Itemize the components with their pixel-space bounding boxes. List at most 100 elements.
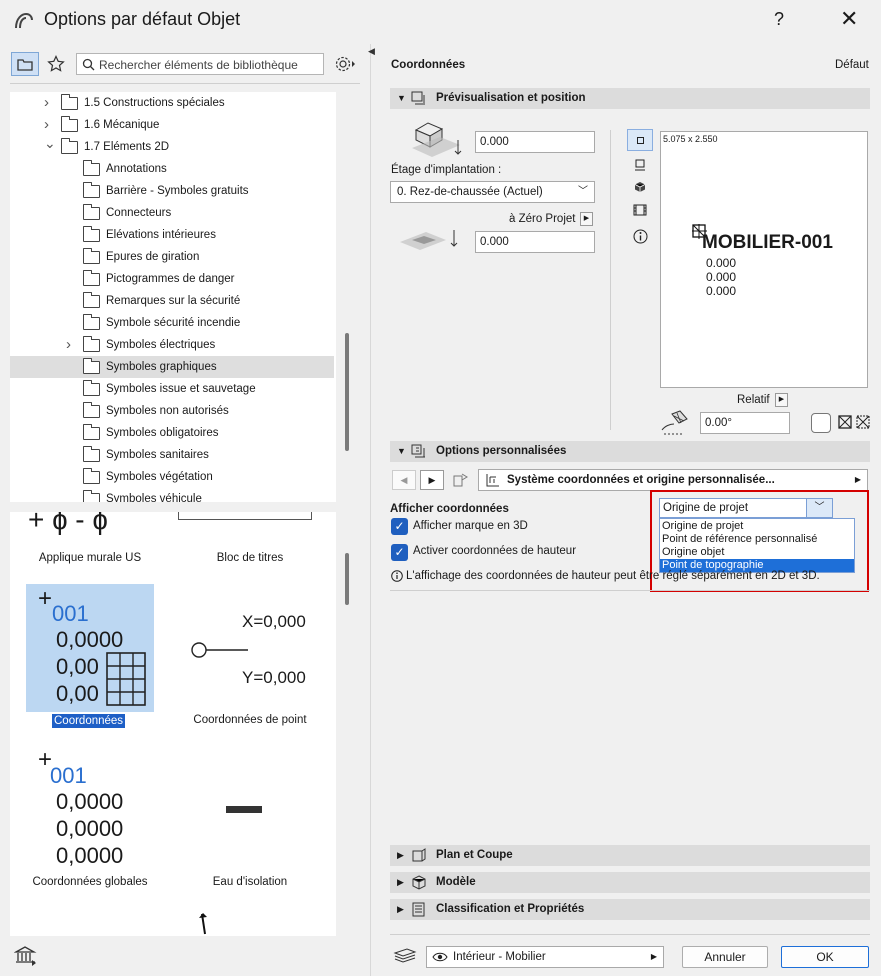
tree-item[interactable]: Symboles issue et sauvetage (10, 378, 334, 400)
collapse-left-icon[interactable]: ◀ (368, 46, 375, 57)
folder-icon (83, 204, 100, 220)
zero-menu-button[interactable]: ▶ (580, 212, 593, 226)
tree-item[interactable]: Symboles non autorisés (10, 400, 334, 422)
point-x: X=0,000 (242, 612, 306, 631)
tree-item[interactable]: Annotations (10, 158, 334, 180)
tree-item[interactable]: Symboles graphiques (10, 356, 334, 378)
tree-item[interactable]: Connecteurs (10, 202, 334, 224)
layers-icon (393, 948, 417, 963)
cancel-button[interactable]: Annuler (682, 946, 768, 968)
relatif-menu-button[interactable]: ▶ (775, 393, 788, 407)
object-height-icon (412, 122, 462, 157)
folder-icon (83, 270, 100, 286)
elevation-icon (400, 230, 458, 250)
tree-item[interactable]: Remarques sur la sécurité (10, 290, 334, 312)
folder-icon (83, 182, 100, 198)
tree-item[interactable]: Pictogrammes de danger (10, 268, 334, 290)
chevron-right-icon[interactable]: › (66, 334, 71, 356)
applique-preview: + ɸ -⁠⁠ ɸ (28, 512, 108, 535)
tree-item[interactable]: Symboles véhicule (10, 488, 334, 502)
glob-id: 001 (50, 763, 87, 788)
search-input[interactable]: Rechercher éléments de bibliothèque (76, 53, 324, 75)
gallery-item-coordonnees[interactable]: Coordonnées (52, 714, 126, 728)
section-plan-coupe[interactable]: ▶ Plan et Coupe (390, 845, 870, 866)
gallery-item-applique[interactable]: Applique murale US (10, 552, 170, 564)
floor-select[interactable]: 0. Rez-de-chaussée (Actuel) ﹀ (390, 181, 595, 203)
tree-item[interactable]: Elévations intérieures (10, 224, 334, 246)
preview-window[interactable]: 5.075 x 2.550 MOBILIER-001 0.000 0.000 0… (660, 131, 868, 388)
info-text: L'affichage des coordonnées de hauteur p… (406, 570, 820, 582)
section-modele[interactable]: ▶ Modèle (390, 872, 870, 893)
default-label: Défaut (835, 59, 869, 71)
film-view-button[interactable] (627, 199, 653, 221)
anchor-point-icon[interactable] (838, 415, 852, 429)
info-button[interactable] (627, 225, 653, 247)
folder-icon (83, 292, 100, 308)
ok-button[interactable]: OK (781, 946, 869, 968)
expand-down-icon: ▼ (397, 93, 406, 103)
gallery-item-bloc[interactable]: Bloc de titres (170, 552, 330, 564)
tree-item[interactable]: ⌄ 1.7 Eléments 2D (10, 135, 334, 158)
custom-page-select[interactable]: Système coordonnées et origine personnal… (478, 469, 868, 491)
relatif-label: Relatif (737, 394, 770, 406)
next-page-button[interactable]: ▶ (420, 470, 444, 490)
gallery-item-globales[interactable]: Coordonnées globales (10, 876, 170, 888)
3d-view-button[interactable] (627, 176, 653, 198)
show-3d-mark-checkbox[interactable]: ✓ (391, 518, 408, 535)
favorites-button[interactable] (42, 52, 70, 76)
eye-icon (432, 952, 448, 962)
crosshair-icon: + (38, 585, 53, 612)
tree-item[interactable]: Epures de giration (10, 246, 334, 268)
tree-item-label: Symboles véhicule (106, 493, 202, 502)
mirror-toggle[interactable] (811, 413, 831, 433)
tree-item[interactable]: Barrière - Symboles gratuits (10, 180, 334, 202)
plan-view-button[interactable] (627, 129, 653, 151)
preview-divider (610, 130, 611, 430)
chevron-down-icon[interactable]: ⌄ (44, 132, 56, 154)
tree-item-label: 1.6 Mécanique (84, 119, 160, 131)
height-input[interactable]: 0.000 (475, 131, 595, 153)
tree-item[interactable]: Symboles sanitaires (10, 444, 334, 466)
tree-item[interactable]: Symboles obligatoires (10, 422, 334, 444)
section-view-button[interactable] (627, 154, 653, 176)
layer-select[interactable]: Intérieur - Mobilier ▶ (426, 946, 664, 968)
gallery-item-coordonnees-tile[interactable]: + 001 0,0000 0,00 0,00 (26, 584, 154, 712)
anchor-grid-icon[interactable] (856, 415, 870, 429)
height-coords-checkbox[interactable]: ✓ (391, 544, 408, 561)
zero-input[interactable]: 0.000 (475, 231, 595, 253)
help-button[interactable]: ? (774, 9, 784, 30)
gear-icon (335, 56, 355, 72)
tree-item[interactable]: › Symboles électriques (10, 334, 334, 356)
tree-item[interactable]: Symboles végétation (10, 466, 334, 488)
section-class-label: Classification et Propriétés (436, 903, 585, 915)
layer-value: Intérieur - Mobilier (453, 951, 546, 963)
folder-icon (61, 116, 78, 132)
glob-value-1: 0,0000 (56, 789, 124, 814)
section-custom-options[interactable]: ▼ Options personnalisées (390, 441, 870, 462)
angle-input[interactable]: 0.00° (700, 412, 790, 434)
gallery-item-eau[interactable]: Eau d'isolation (170, 876, 330, 888)
prev-page-button[interactable]: ◀ (392, 470, 416, 490)
gallery-scrollbar[interactable] (345, 553, 349, 605)
section-classification[interactable]: ▶ Classification et Propriétés (390, 899, 870, 920)
model-cube-icon (412, 875, 426, 890)
tree-item[interactable]: › 1.6 Mécanique (10, 114, 334, 136)
tree-scrollbar[interactable] (345, 333, 349, 451)
section-preview-position[interactable]: ▼ Prévisualisation et position (390, 88, 870, 109)
chevron-right-icon[interactable]: › (44, 92, 49, 114)
library-icon (13, 946, 37, 966)
library-gallery: + ɸ -⁠⁠ ɸ Applique murale US Bloc de tit… (10, 512, 336, 936)
close-button[interactable]: ✕ (840, 6, 858, 32)
show-3d-mark-label: Afficher marque en 3D (413, 520, 528, 532)
settings-button[interactable] (331, 52, 359, 76)
gallery-item-point[interactable]: Coordonnées de point (170, 714, 330, 726)
panel-divider[interactable] (370, 44, 371, 976)
tree-item-label: Pictogrammes de danger (106, 273, 235, 285)
folder-view-button[interactable] (11, 52, 39, 76)
page-export-icon[interactable] (452, 472, 470, 488)
elevation-view-icon (635, 159, 645, 171)
tree-item[interactable]: Symbole sécurité incendie (10, 312, 334, 334)
tree-item[interactable]: › 1.5 Constructions spéciales (10, 92, 334, 114)
library-manager-button[interactable] (13, 944, 38, 968)
info-icon (391, 570, 403, 582)
